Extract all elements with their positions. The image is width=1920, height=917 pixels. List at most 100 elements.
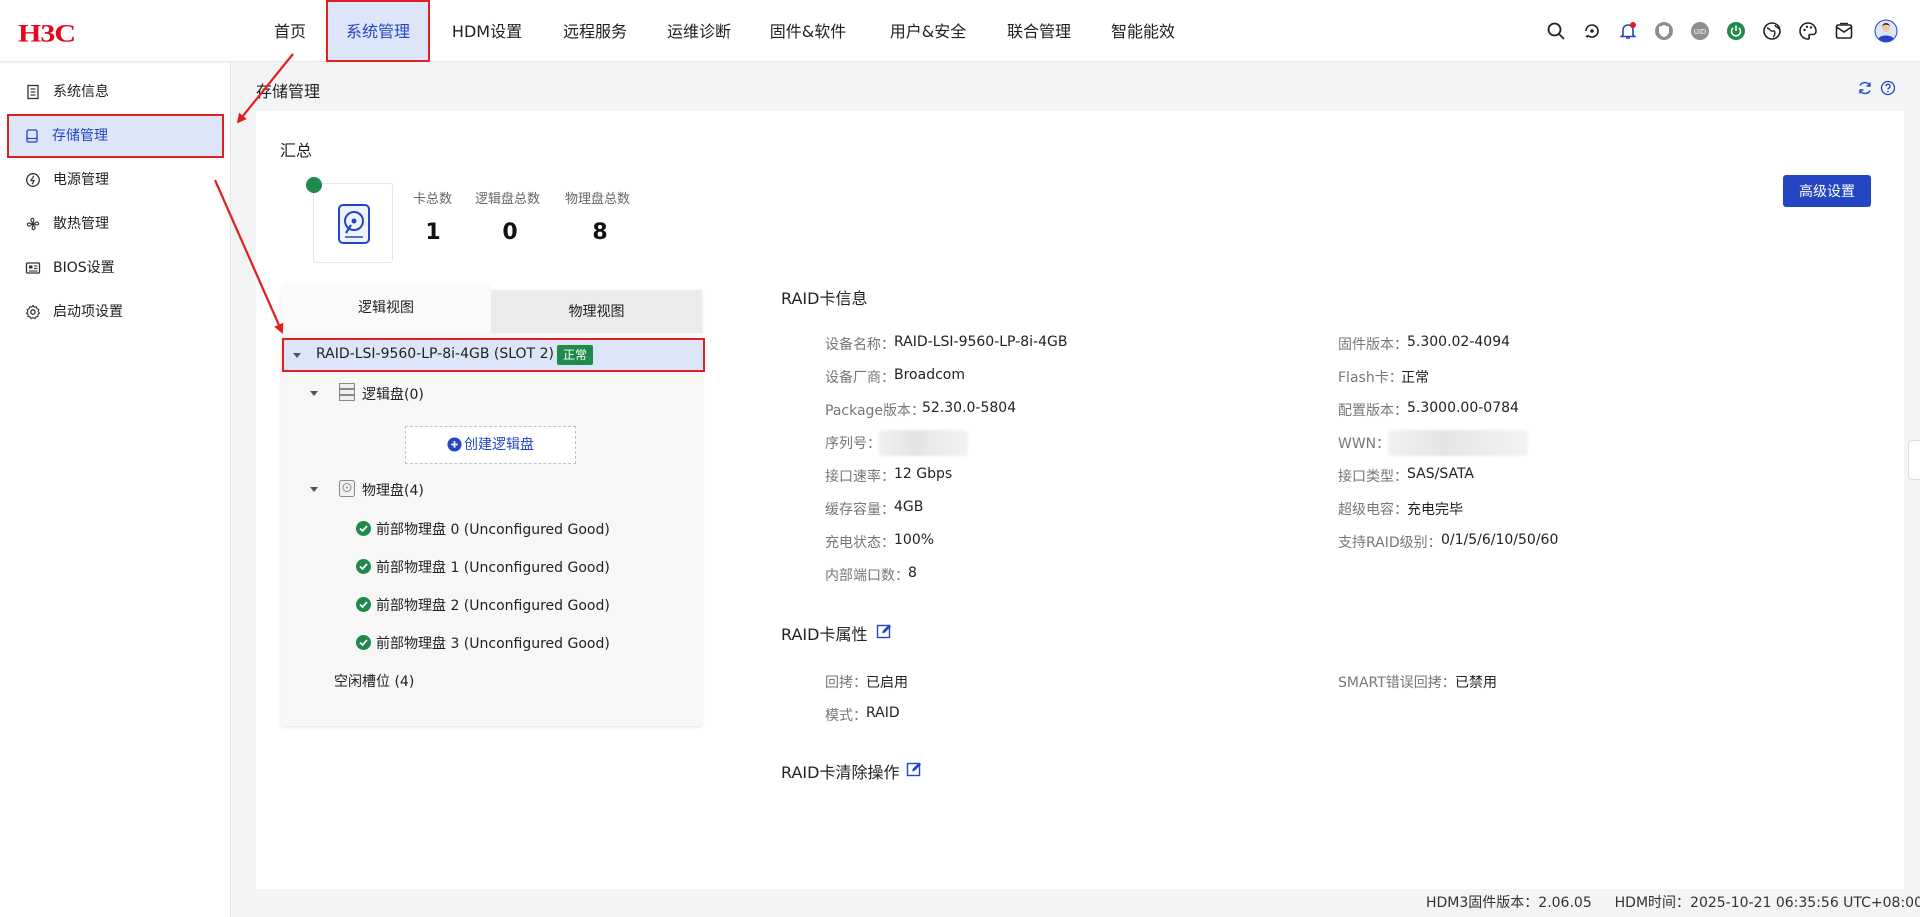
wwn-value-redacted: [1388, 430, 1528, 456]
create-logical-disk-button[interactable]: 创建逻辑盘: [405, 426, 576, 464]
uid-icon[interactable]: UID: [1690, 21, 1710, 41]
sidebar-item-system-info[interactable]: 系统信息: [8, 72, 223, 112]
logical-disk-stack-icon: [339, 383, 355, 401]
firmware-version-value: 5.300.02-4094: [1407, 334, 1511, 350]
internal-ports-label: 内部端口数：: [825, 568, 909, 584]
tree-node-physical-disk-2[interactable]: 前部物理盘 2 (Unconfigured Good): [376, 595, 610, 615]
charge-status-value: 100%: [894, 532, 935, 548]
language-globe-icon[interactable]: [1762, 21, 1782, 41]
tree-node-free-slots[interactable]: 空闲槽位 (4): [334, 671, 414, 691]
h3c-logo: H3C: [18, 19, 76, 48]
nav-system-management[interactable]: 系统管理: [326, 0, 430, 62]
edit-icon[interactable]: [876, 623, 892, 639]
raid-controller-name[interactable]: RAID-LSI-9560-LP-8i-4GB (SLOT 2): [316, 346, 554, 362]
serial-number-label: 序列号：: [825, 436, 881, 452]
collapse-arrow-icon[interactable]: [293, 353, 301, 358]
hdm-time-value: 2025-10-21 06:35:56 UTC+08:00: [1690, 895, 1920, 911]
disk-ok-icon: [356, 635, 371, 650]
sidebar-item-label: 散热管理: [53, 216, 109, 232]
message-icon[interactable]: [1834, 21, 1854, 41]
disk-ok-icon: [356, 521, 371, 536]
plus-circle-icon: [447, 437, 462, 452]
user-avatar-icon[interactable]: [1874, 19, 1898, 43]
sidebar-item-storage-management[interactable]: 存储管理: [7, 114, 224, 158]
flash-card-label: Flash卡：: [1338, 370, 1403, 386]
sidebar-item-bios-settings[interactable]: BIOS设置: [8, 248, 223, 288]
flash-card-value: 正常: [1401, 370, 1429, 386]
bios-icon: [25, 262, 41, 274]
raid-levels-value: 0/1/5/6/10/50/60: [1441, 532, 1559, 548]
serial-number-value-redacted: [878, 430, 968, 456]
nav-ops-diagnostics[interactable]: 运维诊断: [659, 0, 739, 62]
raid-levels-label: 支持RAID级别：: [1338, 535, 1442, 551]
online-status-dot: [306, 177, 322, 193]
cache-capacity-label: 缓存容量：: [825, 502, 895, 518]
card-count-label: 卡总数: [413, 192, 453, 207]
status-badge: 正常: [557, 345, 594, 365]
theme-palette-icon[interactable]: [1798, 21, 1818, 41]
collapse-arrow-icon[interactable]: [310, 391, 318, 396]
device-name-label: 设备名称：: [825, 337, 895, 353]
refresh-icon[interactable]: [1857, 80, 1873, 96]
tab-logical-view[interactable]: 逻辑视图: [281, 283, 491, 331]
raid-info-title: RAID卡信息: [781, 289, 868, 308]
logical-disk-count-value: 0: [502, 220, 518, 245]
firmware-version-label: 固件版本：: [1338, 337, 1408, 353]
sidebar-item-label: 系统信息: [53, 84, 109, 100]
nav-remote-services[interactable]: 远程服务: [555, 0, 635, 62]
shield-icon[interactable]: [1654, 21, 1674, 41]
nav-home[interactable]: 首页: [265, 0, 315, 62]
advanced-settings-button[interactable]: 高级设置: [1783, 175, 1871, 207]
disk-ok-icon: [356, 597, 371, 612]
sidebar-item-label: 存储管理: [52, 128, 108, 144]
physical-disk-icon: [339, 480, 355, 497]
nav-hdm-settings[interactable]: HDM设置: [442, 0, 532, 62]
internal-ports-value: 8: [908, 565, 917, 581]
create-logical-disk-label: 创建逻辑盘: [464, 437, 534, 453]
mode-label: 模式：: [825, 708, 867, 724]
tree-node-physical-disk-1[interactable]: 前部物理盘 1 (Unconfigured Good): [376, 557, 610, 577]
interface-speed-label: 接口速率：: [825, 469, 895, 485]
footer-status: HDM3固件版本：2.06.05 HDM时间：2025-10-21 06:35:…: [1426, 890, 1920, 917]
collapse-arrow-icon[interactable]: [310, 487, 318, 492]
disk-icon: [26, 129, 38, 143]
tree-node-physical-disk-3[interactable]: 前部物理盘 3 (Unconfigured Good): [376, 633, 610, 653]
gear-icon: [25, 304, 41, 320]
help-icon[interactable]: [1880, 80, 1896, 96]
sidebar-item-power-management[interactable]: 电源管理: [8, 160, 223, 200]
nav-federated-management[interactable]: 联合管理: [998, 0, 1080, 62]
tree-node-physical-disk-0[interactable]: 前部物理盘 0 (Unconfigured Good): [376, 519, 610, 539]
sidebar-item-cooling-management[interactable]: 散热管理: [8, 204, 223, 244]
nav-user-security[interactable]: 用户&安全: [882, 0, 974, 62]
nav-energy-efficiency[interactable]: 智能能效: [1102, 0, 1184, 62]
svg-text:UID: UID: [1694, 28, 1707, 36]
tree-node-physical-disks[interactable]: 物理盘(4): [362, 480, 424, 500]
smart-copyback-value: 已禁用: [1455, 675, 1497, 691]
refresh-cycle-icon[interactable]: [1582, 21, 1602, 41]
raid-properties-title: RAID卡属性: [781, 625, 868, 644]
copyback-label: 回拷：: [825, 675, 867, 691]
nav-firmware-software[interactable]: 固件&软件: [762, 0, 854, 62]
power-icon[interactable]: [1726, 21, 1746, 41]
supercap-value: 充电完毕: [1407, 502, 1463, 518]
wwn-label: WWN：: [1338, 436, 1391, 452]
raid-clear-title: RAID卡清除操作: [781, 763, 900, 782]
config-version-label: 配置版本：: [1338, 403, 1408, 419]
tree-node-logical-disks[interactable]: 逻辑盘(0): [362, 384, 424, 404]
charge-status-label: 充电状态：: [825, 535, 895, 551]
sidebar-item-boot-settings[interactable]: 启动项设置: [8, 292, 223, 332]
cache-capacity-value: 4GB: [894, 499, 924, 515]
edit-icon[interactable]: [906, 761, 922, 777]
interface-speed-value: 12 Gbps: [894, 466, 953, 482]
device-name-value: RAID-LSI-9560-LP-8i-4GB: [894, 334, 1068, 350]
tab-physical-view[interactable]: 物理视图: [491, 290, 702, 333]
bell-icon[interactable]: [1618, 21, 1638, 41]
package-version-value: 52.30.0-5804: [922, 400, 1017, 416]
firmware-version-footer-label: HDM3固件版本：: [1426, 895, 1539, 911]
logical-disk-count-label: 逻辑盘总数: [475, 192, 541, 207]
side-drawer-handle[interactable]: [1908, 440, 1920, 480]
copyback-value: 已启用: [866, 675, 908, 691]
vendor-label: 设备厂商：: [825, 370, 895, 386]
search-icon[interactable]: [1546, 21, 1566, 41]
mode-value: RAID: [866, 705, 900, 721]
